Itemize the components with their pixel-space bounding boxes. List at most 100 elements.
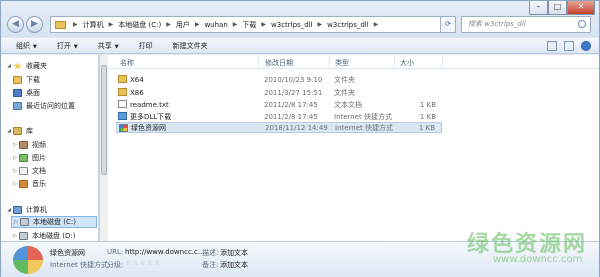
breadcrumb-computer[interactable]: 计算机 [83, 20, 104, 30]
star-icon [13, 62, 22, 70]
expand-icon[interactable]: ◢ [5, 128, 13, 134]
breadcrumb-folder[interactable]: w3ctrlps_dll [271, 21, 313, 29]
green-resource-logo-icon [13, 246, 43, 274]
nav-desktop[interactable]: 桌面 [13, 88, 40, 98]
file-date: 2018/11/12 14:49 [265, 123, 328, 132]
address-area: – □ ✕ ◀ ▶ ▶ 计算机 ▶ 本地磁盘 (C:) ▶ 用户 ▶ wuhan… [1, 1, 599, 37]
file-name: X64 [130, 75, 144, 84]
nav-scrollbar[interactable] [99, 55, 108, 241]
nav-drive-c[interactable]: ▷ 本地磁盘 (C:) [11, 216, 97, 228]
breadcrumb-current[interactable]: w3ctrlps_dll [327, 21, 369, 29]
detail-desc-label: 描述: [202, 249, 219, 257]
detail-url-label: URL: [107, 248, 124, 256]
file-row-selected[interactable]: 绿色资源网 2018/11/12 14:49 Internet 快捷方式 1 K… [116, 122, 442, 133]
file-name: readme.txt [130, 100, 169, 109]
column-type[interactable]: 类型 [335, 58, 349, 68]
file-date: 2011/2/8 17:45 [264, 112, 318, 121]
file-date: 2011/3/27 15:51 [264, 88, 323, 97]
detail-name: 绿色资源网 [50, 249, 85, 257]
forward-button[interactable]: ▶ [26, 16, 43, 33]
organize-button[interactable]: 组织 ▼ [16, 41, 37, 51]
help-icon[interactable] [581, 41, 591, 51]
file-row[interactable]: X86 2011/3/27 15:51 文件夹 [116, 87, 442, 98]
folder-icon [55, 20, 66, 29]
rating-stars[interactable]: ☆☆☆☆☆ [125, 259, 161, 267]
column-divider[interactable] [258, 56, 259, 68]
new-folder-button[interactable]: 新建文件夹 [173, 41, 208, 51]
detail-comment-label: 备注: [202, 261, 219, 269]
maximize-button[interactable]: □ [548, 1, 567, 15]
file-row[interactable]: readme.txt 2011/2/8 17:45 文本文档 1 KB [116, 99, 442, 110]
nav-favorites[interactable]: ◢ 收藏夹 [5, 61, 47, 71]
scrollbar-thumb[interactable] [101, 65, 107, 175]
print-button[interactable]: 打印 [139, 41, 153, 51]
chevron-right-icon: ▶ [232, 21, 238, 28]
nav-recent[interactable]: 最近访问的位置 [13, 101, 75, 111]
expand-icon[interactable]: ▷ [11, 233, 19, 239]
column-divider[interactable] [394, 56, 395, 68]
expand-icon[interactable]: ▷ [11, 155, 19, 161]
file-row[interactable]: X64 2010/10/23 9:10 文件夹 [116, 74, 442, 85]
breadcrumb[interactable]: ▶ 计算机 ▶ 本地磁盘 (C:) ▶ 用户 ▶ wuhan ▶ 下载 ▶ w3… [50, 16, 441, 33]
expand-icon[interactable]: ▷ [11, 142, 19, 148]
watermark-url: www.downcc.com [493, 254, 583, 265]
nav-pictures[interactable]: ▷ 图片 [11, 153, 46, 163]
back-button[interactable]: ◀ [7, 16, 24, 33]
column-name[interactable]: 名称 [120, 58, 134, 68]
internet-shortcut-icon [118, 112, 127, 120]
detail-desc-value[interactable]: 添加文本 [220, 248, 248, 258]
detail-url-value[interactable]: http://www.downcc.c... [125, 248, 205, 256]
nav-documents[interactable]: ▷ 文档 [11, 166, 46, 176]
search-input[interactable]: 搜索 w3ctrlps_dll [461, 16, 591, 33]
chevron-right-icon: ▶ [194, 21, 200, 28]
file-row[interactable]: 更多DLL下载 2011/2/8 17:45 Internet 快捷方式 1 K… [116, 111, 442, 122]
folder-icon [118, 88, 127, 96]
refresh-icon[interactable]: ⟳ [441, 16, 456, 33]
nav-videos[interactable]: ▷ 视频 [11, 140, 46, 150]
view-options-icon[interactable] [547, 41, 557, 51]
expand-icon[interactable]: ◢ [5, 63, 13, 69]
chevron-down-icon: ▼ [73, 43, 78, 50]
nav-downloads[interactable]: 下载 [13, 75, 40, 85]
detail-comment-value[interactable]: 添加文本 [220, 260, 248, 270]
picture-icon [19, 154, 28, 162]
file-type: 文件夹 [334, 88, 355, 97]
column-headers: 名称 修改日期 类型 大小 [108, 55, 599, 69]
chevron-right-icon: ▶ [73, 21, 78, 28]
chevron-right-icon: ▶ [261, 21, 267, 28]
preview-pane-icon[interactable] [564, 41, 574, 51]
breadcrumb-downloads[interactable]: 下载 [242, 20, 256, 30]
music-icon [19, 180, 28, 188]
library-icon [13, 127, 22, 135]
share-button[interactable]: 共享 ▼ [98, 41, 119, 51]
nav-label: 本地磁盘 (C:) [33, 218, 76, 226]
nav-label: 收藏夹 [26, 62, 47, 70]
breadcrumb-drive-c[interactable]: 本地磁盘 (C:) [118, 20, 161, 30]
expand-icon[interactable]: ◢ [5, 207, 13, 213]
nav-label: 文档 [32, 167, 46, 175]
file-type: 文件夹 [334, 75, 355, 84]
expand-icon[interactable]: ▷ [11, 181, 19, 187]
column-size[interactable]: 大小 [400, 58, 414, 68]
close-button[interactable]: ✕ [567, 1, 595, 15]
nav-libraries[interactable]: ◢ 库 [5, 126, 33, 136]
minimize-button[interactable]: – [529, 1, 548, 15]
nav-computer[interactable]: ◢ 计算机 [5, 205, 47, 215]
breadcrumb-user[interactable]: wuhan [204, 21, 227, 29]
chevron-right-icon: ▶ [317, 21, 323, 28]
nav-label: 最近访问的位置 [26, 102, 75, 110]
breadcrumb-users[interactable]: 用户 [176, 20, 190, 30]
search-placeholder: 搜索 w3ctrlps_dll [468, 20, 526, 28]
column-date[interactable]: 修改日期 [265, 58, 293, 68]
expand-icon[interactable]: ▷ [12, 219, 20, 225]
nav-label: 图片 [32, 154, 46, 162]
nav-music[interactable]: ▷ 音乐 [11, 179, 46, 189]
file-size: 1 KB [419, 112, 436, 121]
open-button[interactable]: 打开 ▼ [57, 41, 78, 51]
navigation-pane: ◢ 收藏夹 下载 桌面 最近访问的位置 ◢ 库 ▷ 视频 ▷ 图片 ▷ 文档 ▷… [1, 55, 99, 241]
column-divider[interactable] [329, 56, 330, 68]
nav-drive-d[interactable]: ▷ 本地磁盘 (D:) [11, 231, 75, 241]
video-icon [19, 141, 28, 149]
column-divider[interactable] [442, 56, 443, 68]
expand-icon[interactable]: ▷ [11, 168, 19, 174]
